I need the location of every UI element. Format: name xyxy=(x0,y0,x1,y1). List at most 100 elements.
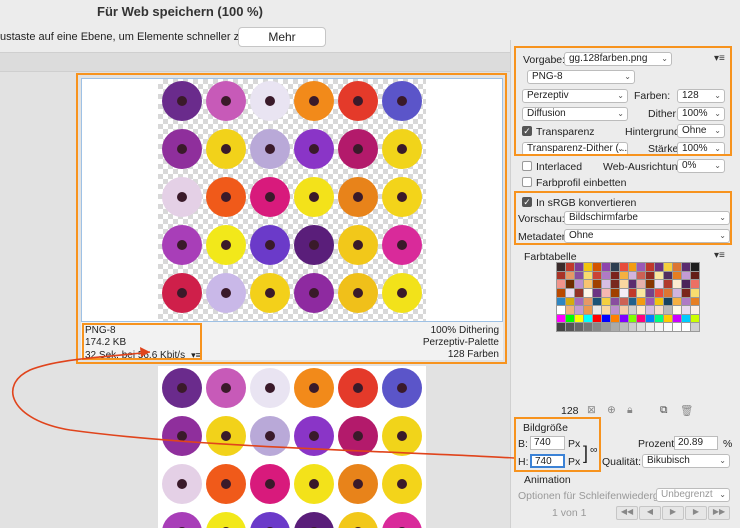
color-swatch[interactable] xyxy=(574,280,583,288)
color-swatch[interactable] xyxy=(583,271,592,280)
color-swatch[interactable] xyxy=(637,280,646,288)
prev-frame-button[interactable]: ◀ xyxy=(639,506,661,520)
color-swatch[interactable] xyxy=(691,306,699,314)
color-swatch[interactable] xyxy=(565,323,574,331)
color-swatch[interactable] xyxy=(565,314,574,323)
color-swatch[interactable] xyxy=(619,314,628,323)
color-swatch[interactable] xyxy=(664,263,673,271)
color-swatch[interactable] xyxy=(691,323,699,331)
color-swatch[interactable] xyxy=(628,288,637,297)
color-swatch[interactable] xyxy=(637,297,646,306)
map-icon[interactable]: ⊠ xyxy=(587,404,596,416)
color-swatch[interactable] xyxy=(673,288,682,297)
color-swatch[interactable] xyxy=(682,314,691,323)
color-swatch[interactable] xyxy=(682,306,691,314)
loop-select[interactable]: Unbegrenzt ⌄ xyxy=(656,488,730,502)
color-swatch[interactable] xyxy=(610,306,619,314)
color-swatch[interactable] xyxy=(628,297,637,306)
color-swatch[interactable] xyxy=(565,288,574,297)
original-image[interactable] xyxy=(158,366,426,528)
color-swatch[interactable] xyxy=(646,271,655,280)
color-swatch[interactable] xyxy=(601,306,610,314)
color-swatch[interactable] xyxy=(592,271,601,280)
color-swatch[interactable] xyxy=(664,280,673,288)
color-swatch[interactable] xyxy=(673,323,682,331)
web-shift-icon[interactable]: ⊕ xyxy=(607,404,616,416)
color-swatch[interactable] xyxy=(682,288,691,297)
color-swatch[interactable] xyxy=(574,288,583,297)
color-swatch[interactable] xyxy=(557,314,565,323)
color-swatch[interactable] xyxy=(565,297,574,306)
color-swatch[interactable] xyxy=(655,297,664,306)
color-swatch[interactable] xyxy=(601,297,610,306)
color-swatch[interactable] xyxy=(592,280,601,288)
color-swatch[interactable] xyxy=(601,288,610,297)
color-swatch[interactable] xyxy=(619,271,628,280)
color-swatch[interactable] xyxy=(637,314,646,323)
color-swatch[interactable] xyxy=(637,288,646,297)
color-swatch[interactable] xyxy=(682,323,691,331)
new-color-icon[interactable]: ⧉ xyxy=(660,404,668,417)
color-swatch[interactable] xyxy=(646,314,655,323)
color-swatch[interactable] xyxy=(557,288,565,297)
color-swatch[interactable] xyxy=(646,323,655,331)
first-frame-button[interactable]: ◀◀ xyxy=(616,506,638,520)
lock-icon[interactable]: 🔒︎ xyxy=(627,404,633,417)
web-snap-select[interactable]: 0% ⌄ xyxy=(677,159,725,173)
last-frame-button[interactable]: ▶▶ xyxy=(708,506,730,520)
color-swatch[interactable] xyxy=(664,314,673,323)
color-swatch[interactable] xyxy=(637,323,646,331)
color-swatch[interactable] xyxy=(592,306,601,314)
color-swatch[interactable] xyxy=(601,271,610,280)
color-swatch[interactable] xyxy=(655,263,664,271)
color-swatch[interactable] xyxy=(673,314,682,323)
color-swatch[interactable] xyxy=(664,323,673,331)
color-swatch[interactable] xyxy=(601,323,610,331)
color-swatch[interactable] xyxy=(592,263,601,271)
color-swatch[interactable] xyxy=(574,263,583,271)
color-swatch[interactable] xyxy=(557,323,565,331)
quality-select[interactable]: Bikubisch ⌄ xyxy=(642,454,730,468)
color-swatch[interactable] xyxy=(682,263,691,271)
color-swatch[interactable] xyxy=(619,306,628,314)
color-swatch[interactable] xyxy=(574,297,583,306)
color-swatch[interactable] xyxy=(619,297,628,306)
color-swatch[interactable] xyxy=(637,271,646,280)
interlaced-checkbox[interactable] xyxy=(522,161,532,171)
color-swatch[interactable] xyxy=(557,263,565,271)
color-swatch[interactable] xyxy=(664,306,673,314)
color-swatch[interactable] xyxy=(664,297,673,306)
color-swatch[interactable] xyxy=(673,297,682,306)
color-swatch[interactable] xyxy=(655,323,664,331)
color-swatch[interactable] xyxy=(583,288,592,297)
color-swatch[interactable] xyxy=(673,263,682,271)
color-swatch[interactable] xyxy=(691,314,699,323)
color-swatch[interactable] xyxy=(682,297,691,306)
color-swatch[interactable] xyxy=(637,263,646,271)
color-swatch[interactable] xyxy=(583,323,592,331)
color-swatch[interactable] xyxy=(619,323,628,331)
color-swatch[interactable] xyxy=(592,323,601,331)
color-swatch[interactable] xyxy=(628,271,637,280)
color-swatch[interactable] xyxy=(574,271,583,280)
color-swatch[interactable] xyxy=(673,271,682,280)
color-swatch[interactable] xyxy=(610,323,619,331)
color-swatch[interactable] xyxy=(691,263,699,271)
color-swatch[interactable] xyxy=(628,314,637,323)
color-swatch[interactable] xyxy=(655,306,664,314)
color-swatch[interactable] xyxy=(592,288,601,297)
more-button[interactable]: Mehr xyxy=(238,27,326,47)
color-swatch[interactable] xyxy=(583,297,592,306)
next-frame-button[interactable]: ▶ xyxy=(685,506,707,520)
color-swatch[interactable] xyxy=(610,314,619,323)
color-swatch[interactable] xyxy=(610,271,619,280)
color-swatch[interactable] xyxy=(610,263,619,271)
color-swatch[interactable] xyxy=(619,280,628,288)
color-swatch[interactable] xyxy=(655,280,664,288)
color-swatch[interactable] xyxy=(646,288,655,297)
color-swatch[interactable] xyxy=(655,271,664,280)
color-swatch[interactable] xyxy=(557,271,565,280)
color-swatch[interactable] xyxy=(619,288,628,297)
color-swatch[interactable] xyxy=(610,288,619,297)
color-swatch[interactable] xyxy=(574,306,583,314)
